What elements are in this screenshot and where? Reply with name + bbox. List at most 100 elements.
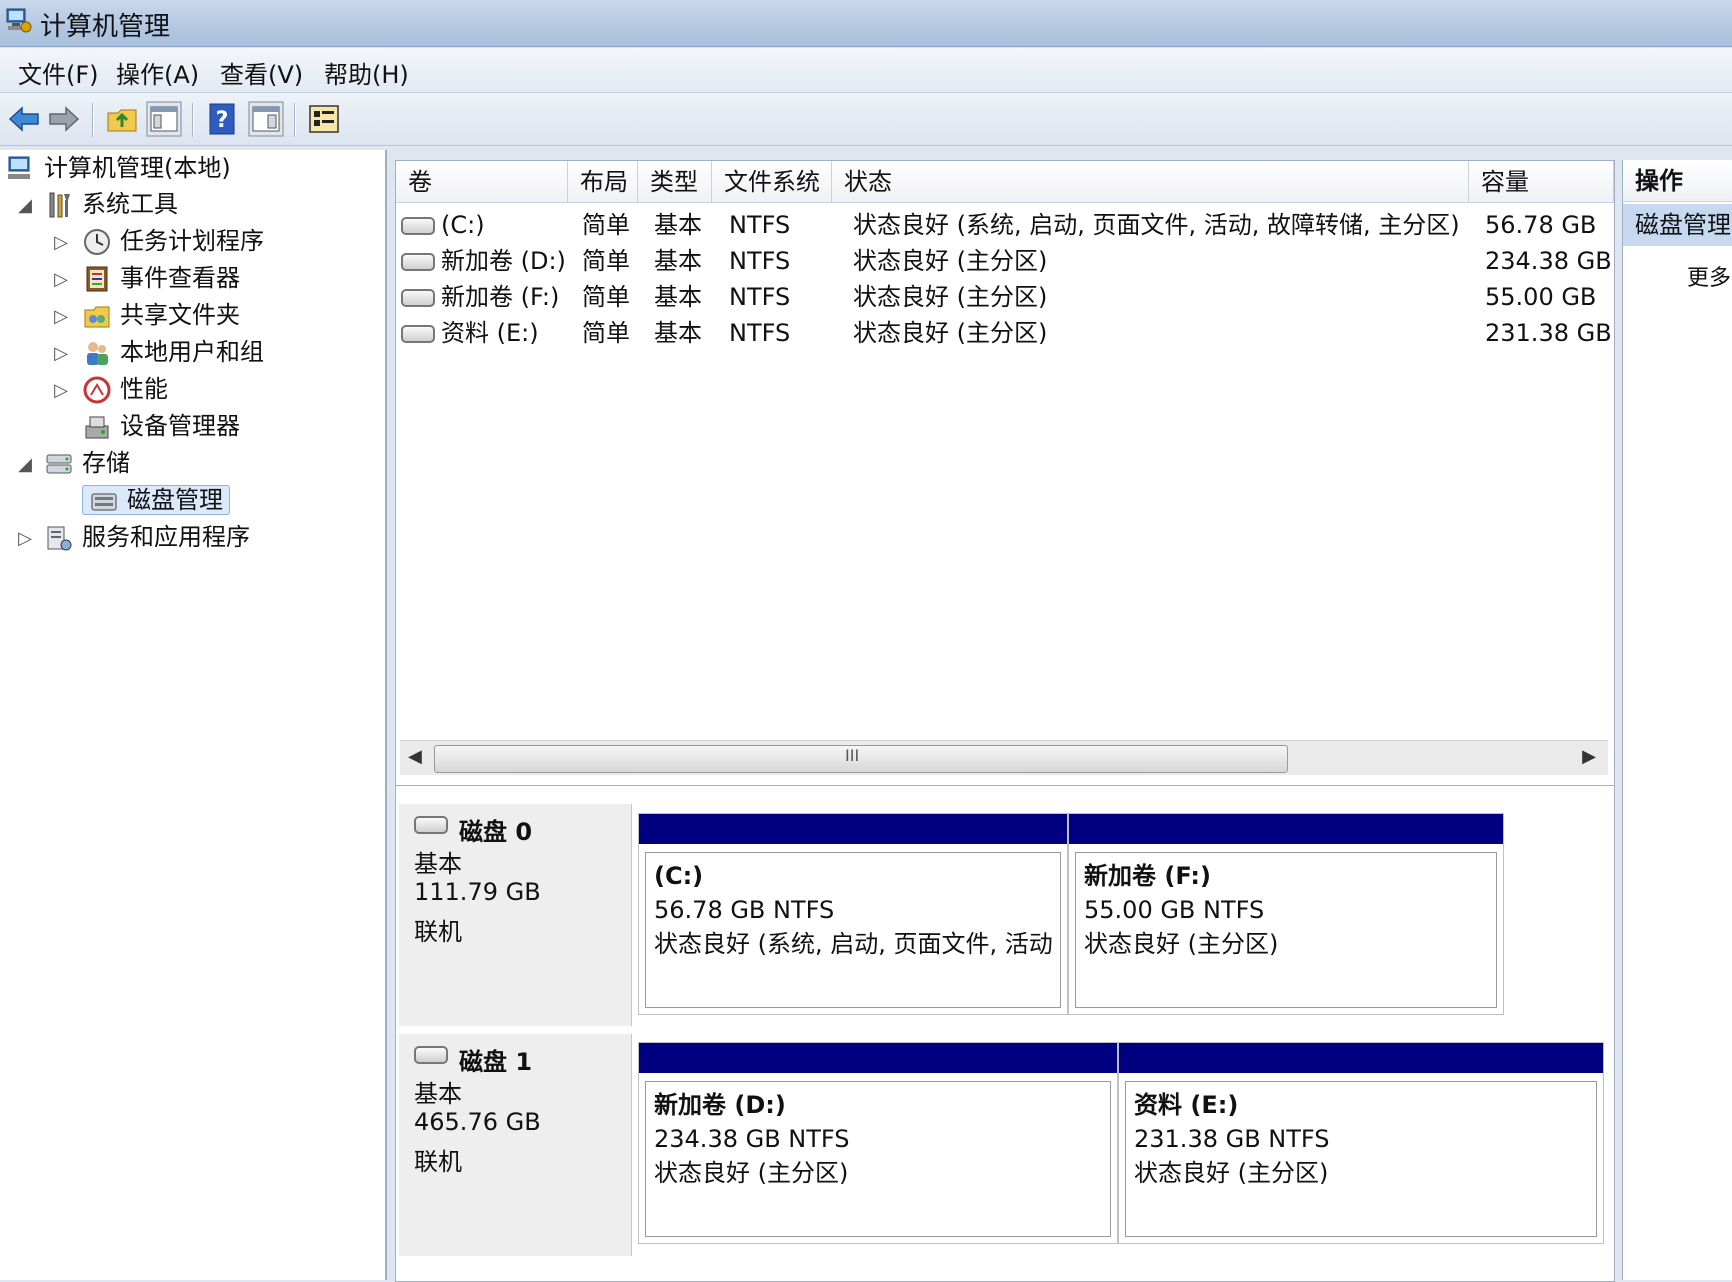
disk-1-size: 465.76 GB (414, 1108, 541, 1136)
cell-status: 状态良好 (主分区) (853, 247, 1048, 275)
tree-item-system-tools[interactable]: 系统工具 (44, 186, 178, 222)
tree-item-services-apps[interactable]: 服务和应用程序 (44, 519, 250, 555)
scroll-right-arrow-icon[interactable]: ▶ (1582, 746, 1596, 767)
help-icon[interactable]: ? (204, 101, 240, 137)
menu-view[interactable]: 查看(V) (220, 55, 303, 90)
actions-section-disk-management[interactable]: 磁盘管理 (1623, 204, 1732, 246)
disk-icon (414, 1046, 448, 1064)
disk-1-info[interactable]: 磁盘 1 基本 465.76 GB 联机 (399, 1034, 632, 1256)
volume-icon (401, 289, 435, 307)
computer-management-icon (6, 8, 32, 33)
scroll-grip: III (845, 746, 860, 765)
up-folder-icon[interactable] (104, 101, 140, 137)
partition-bar (639, 1043, 1117, 1073)
forward-arrow-icon[interactable] (46, 101, 82, 137)
back-arrow-icon[interactable] (6, 101, 42, 137)
disk-0-info[interactable]: 磁盘 0 基本 111.79 GB 联机 (399, 804, 632, 1026)
storage-icon (46, 454, 72, 474)
partition-details: 资料 (E:) 231.38 GB NTFS 状态良好 (主分区) (1125, 1081, 1597, 1237)
show-hide-console-tree-icon[interactable] (146, 101, 182, 137)
cell-volume: 新加卷 (F:) (441, 283, 560, 311)
computer-management-icon (8, 156, 30, 179)
partition-e[interactable]: 资料 (E:) 231.38 GB NTFS 状态良好 (主分区) (1118, 1042, 1604, 1244)
horizontal-scrollbar[interactable]: ◀ III ▶ (400, 740, 1608, 775)
more-actions-link[interactable]: 更多 (1687, 260, 1731, 292)
partition-d[interactable]: 新加卷 (D:) 234.38 GB NTFS 状态良好 (主分区) (638, 1042, 1118, 1244)
column-header-layout[interactable]: 布局 (568, 161, 638, 203)
collapse-arrow-icon[interactable]: ◢ (16, 454, 34, 475)
toolbar-separator (294, 103, 296, 137)
expand-arrow-icon[interactable]: ▷ (52, 232, 70, 253)
menu-file[interactable]: 文件(F) (18, 55, 99, 90)
partition-c[interactable]: (C:) 56.78 GB NTFS 状态良好 (系统, 启动, 页面文件, 活… (638, 813, 1068, 1015)
partition-title: 资料 (E:) (1134, 1091, 1239, 1119)
cell-status: 状态良好 (主分区) (853, 283, 1048, 311)
cell-filesystem: NTFS (729, 211, 791, 239)
column-header-capacity[interactable]: 容量 (1469, 161, 1614, 203)
menu-help[interactable]: 帮助(H) (324, 55, 409, 90)
tree-item-storage[interactable]: 存储 (44, 445, 130, 481)
disk-1-state: 联机 (414, 1148, 462, 1176)
expand-arrow-icon[interactable]: ▷ (16, 528, 34, 549)
performance-icon (83, 376, 111, 404)
expand-arrow-icon[interactable]: ▷ (52, 306, 70, 327)
table-row[interactable]: 资料 (E:) (401, 315, 539, 351)
shared-folder-icon (84, 306, 110, 328)
column-header-type[interactable]: 类型 (638, 161, 712, 203)
cell-volume: (C:) (441, 211, 485, 239)
toolbar-separator (92, 103, 94, 137)
tree-item-disk-management[interactable]: 磁盘管理 (82, 482, 230, 518)
clock-icon (84, 229, 110, 255)
cell-layout: 简单 (582, 283, 630, 311)
column-header-volume[interactable]: 卷 (396, 161, 568, 203)
partition-bar (1069, 814, 1503, 844)
expand-arrow-icon[interactable]: ▷ (52, 269, 70, 290)
cell-capacity: 231.38 GB (1485, 319, 1612, 347)
tree-label-event-viewer: 事件查看器 (120, 264, 240, 292)
partition-title: 新加卷 (F:) (1084, 862, 1211, 890)
toolbar: ? (0, 93, 1732, 146)
volume-list: 卷 布局 类型 文件系统 状态 容量 (C:) 简单 基本 NTFS 状态良好 … (395, 160, 1615, 790)
scroll-left-arrow-icon[interactable]: ◀ (408, 746, 422, 767)
partition-f[interactable]: 新加卷 (F:) 55.00 GB NTFS 状态良好 (主分区) (1068, 813, 1504, 1015)
column-header-filesystem[interactable]: 文件系统 (712, 161, 832, 203)
window-title: 计算机管理 (40, 12, 171, 42)
menu-action[interactable]: 操作(A) (116, 55, 199, 90)
table-row[interactable]: 新加卷 (F:) (401, 279, 559, 315)
services-icon (47, 526, 72, 551)
column-header-status[interactable]: 状态 (832, 161, 1469, 203)
title-bar: 计算机管理 (0, 0, 1732, 47)
tree-item-shared-folders[interactable]: 共享文件夹 (82, 297, 240, 333)
table-row[interactable]: 新加卷 (D:) (401, 243, 566, 279)
partition-details: 新加卷 (D:) 234.38 GB NTFS 状态良好 (主分区) (645, 1081, 1111, 1237)
cell-filesystem: NTFS (729, 283, 791, 311)
event-viewer-icon (86, 266, 108, 292)
users-icon (87, 342, 108, 365)
properties-icon[interactable] (306, 101, 342, 137)
expand-arrow-icon[interactable]: ▷ (52, 380, 70, 401)
partition-status: 状态良好 (主分区) (1134, 1159, 1329, 1187)
expand-arrow-icon[interactable]: ▷ (52, 343, 70, 364)
console-tree: 计算机管理(本地) ◢ 系统工具 ▷ 任务计划程序 ▷ 事件查看器 ▷ 共享文件… (0, 150, 387, 1280)
table-row[interactable]: (C:) (401, 207, 485, 243)
collapse-arrow-icon[interactable]: ◢ (16, 195, 34, 216)
tree-item-device-manager[interactable]: 设备管理器 (82, 408, 240, 444)
partition-title: (C:) (654, 862, 704, 890)
tree-item-event-viewer[interactable]: 事件查看器 (82, 260, 240, 296)
partition-bar (1119, 1043, 1603, 1073)
partition-size: 56.78 GB NTFS (654, 896, 835, 924)
show-hide-action-pane-icon[interactable] (248, 101, 284, 137)
tree-label-task-scheduler: 任务计划程序 (120, 227, 264, 255)
tree-item-task-scheduler[interactable]: 任务计划程序 (82, 223, 264, 259)
scrollbar-thumb[interactable]: III (434, 745, 1288, 773)
tree-label-services-apps: 服务和应用程序 (82, 523, 250, 551)
partition-details: (C:) 56.78 GB NTFS 状态良好 (系统, 启动, 页面文件, 活… (645, 852, 1061, 1008)
partition-status: 状态良好 (系统, 启动, 页面文件, 活动 (654, 930, 1053, 958)
tree-item-root[interactable]: 计算机管理(本地) (6, 150, 231, 186)
system-tools-icon (49, 192, 70, 218)
partition-size: 231.38 GB NTFS (1134, 1125, 1330, 1153)
tree-item-local-users[interactable]: 本地用户和组 (82, 334, 264, 370)
disk-0-name: 磁盘 0 (459, 818, 533, 846)
tree-item-performance[interactable]: 性能 (82, 371, 168, 407)
partition-status: 状态良好 (主分区) (654, 1159, 849, 1187)
